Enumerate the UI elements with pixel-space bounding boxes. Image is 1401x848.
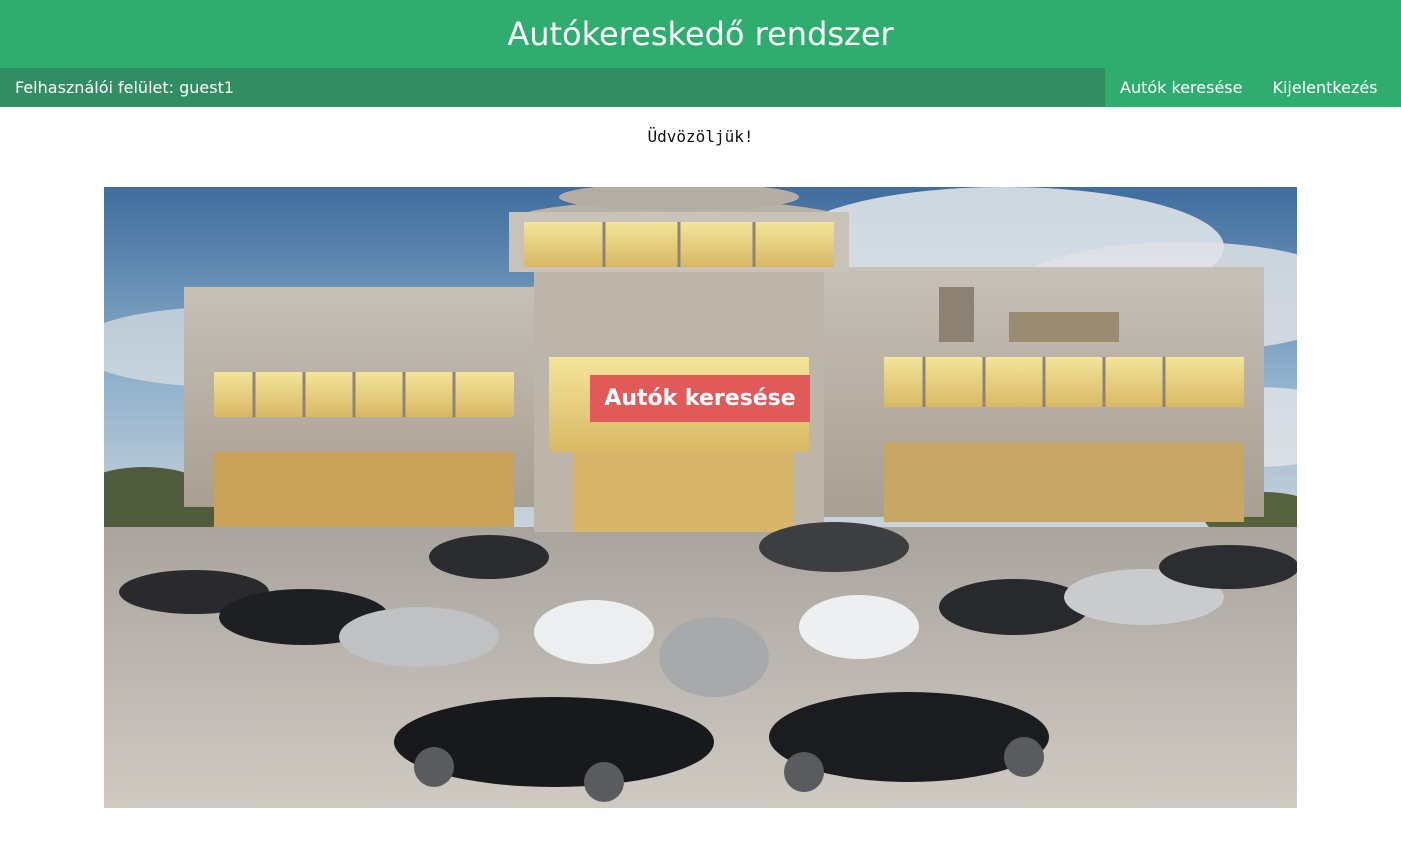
nav-link-search-cars[interactable]: Autók keresése xyxy=(1105,78,1257,97)
navbar: Felhasználói felület: guest1 Autók keres… xyxy=(0,68,1401,107)
welcome-text: Üdvözöljük! xyxy=(647,127,754,146)
app-title: Autókereskedő rendszer xyxy=(507,15,894,53)
user-label: Felhasználói felület: guest1 xyxy=(15,78,235,97)
app-header: Autókereskedő rendszer xyxy=(0,0,1401,68)
nav-links: Autók keresése Kijelentkezés xyxy=(1105,68,1401,107)
hero-image: Autók keresése xyxy=(104,187,1297,808)
user-info-bar: Felhasználói felület: guest1 xyxy=(0,68,1105,107)
hero-search-cars-button[interactable]: Autók keresése xyxy=(590,375,810,422)
nav-link-logout[interactable]: Kijelentkezés xyxy=(1257,78,1392,97)
dealership-photo xyxy=(104,187,1297,808)
